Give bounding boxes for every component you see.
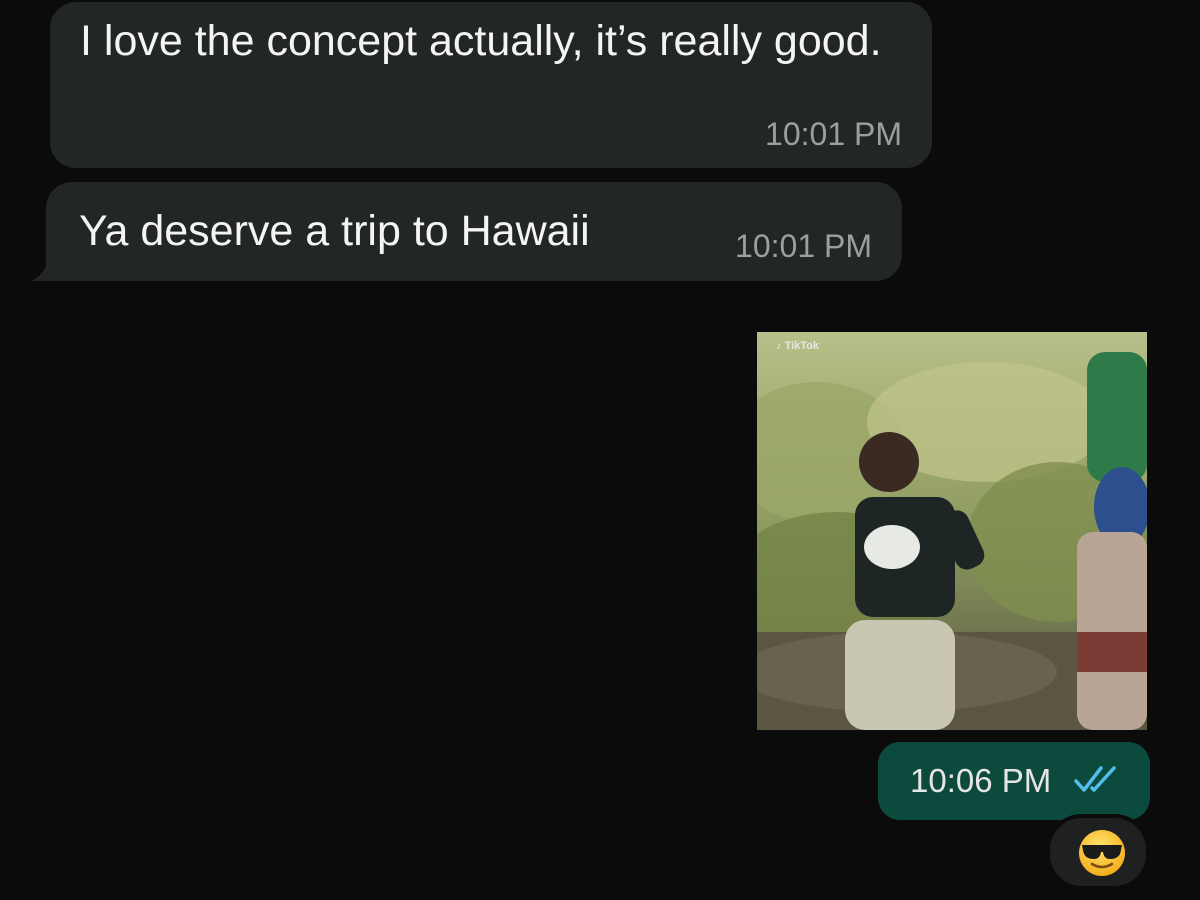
message-text: I love the concept actually, it’s really… bbox=[80, 17, 882, 65]
tiktok-icon: ♪ bbox=[776, 340, 782, 352]
bubble-tail bbox=[31, 257, 61, 281]
message-timestamp: 10:06 PM bbox=[910, 762, 1052, 799]
tiktok-watermark: ♪ TikTok bbox=[776, 340, 819, 352]
video-frame-image bbox=[757, 332, 1147, 730]
incoming-message-bubble[interactable]: Ya deserve a trip to Hawaii 10:01 PM bbox=[31, 182, 902, 281]
video-thumbnail[interactable] bbox=[757, 332, 1147, 730]
message-reaction[interactable] bbox=[1046, 814, 1150, 890]
incoming-message-bubble[interactable]: I love the concept actually, it’s really… bbox=[50, 2, 932, 168]
message-timestamp: 10:01 PM bbox=[765, 116, 902, 152]
tiktok-label: TikTok bbox=[784, 340, 819, 352]
message-timestamp: 10:01 PM bbox=[735, 228, 872, 264]
double-check-icon bbox=[1074, 766, 1116, 792]
message-text: Ya deserve a trip to Hawaii bbox=[79, 207, 590, 255]
outgoing-message-bubble[interactable]: 10:06 PM bbox=[878, 742, 1150, 820]
sunglasses-face-icon bbox=[1079, 830, 1125, 876]
